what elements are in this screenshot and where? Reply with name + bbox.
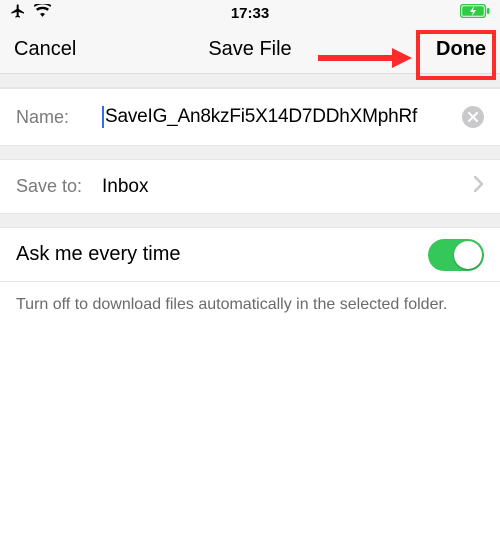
cancel-button[interactable]: Cancel: [14, 38, 76, 61]
done-button[interactable]: Done: [436, 38, 486, 61]
status-bar: 17:33: [0, 0, 500, 26]
status-time: 17:33: [0, 5, 500, 22]
ask-every-time-label: Ask me every time: [16, 243, 180, 266]
clear-text-button[interactable]: [462, 106, 484, 128]
close-icon: [468, 112, 478, 122]
chevron-right-icon: [474, 176, 484, 197]
name-label: Name:: [16, 107, 102, 128]
ask-every-time-toggle[interactable]: [428, 239, 484, 271]
save-to-row[interactable]: Save to: Inbox: [0, 160, 500, 214]
name-row: Name:: [0, 88, 500, 146]
nav-header: Cancel Save File Done: [0, 26, 500, 74]
helper-text: Turn off to download files automatically…: [0, 282, 500, 328]
name-input[interactable]: [102, 106, 456, 128]
save-to-value: Inbox: [102, 176, 466, 198]
save-to-label: Save to:: [16, 176, 102, 197]
ask-every-time-row: Ask me every time: [0, 228, 500, 282]
